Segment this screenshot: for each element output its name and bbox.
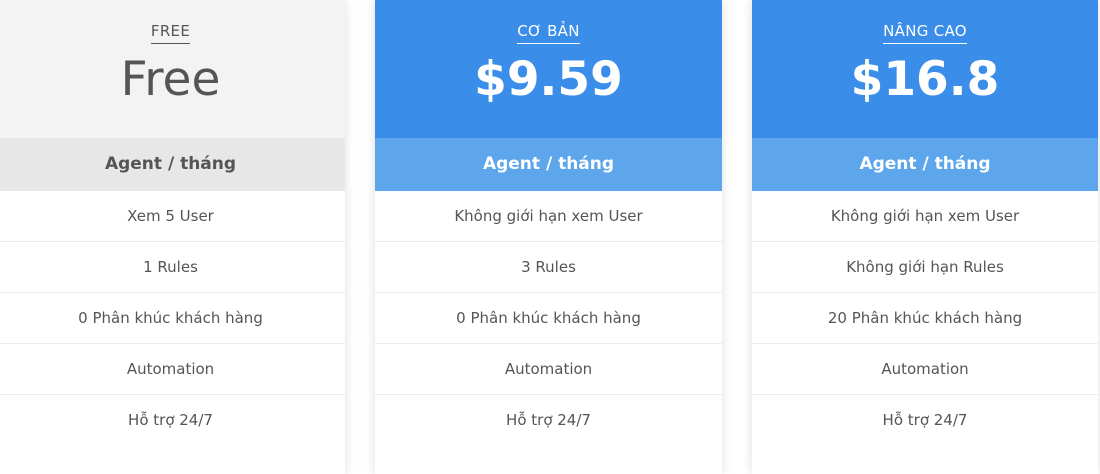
feature-item: Hỗ trợ 24/7 [882, 411, 968, 429]
feature-item: Automation [375, 344, 722, 395]
plan-name: FREE [150, 22, 191, 44]
plan-card-advanced: NÂNG CAO $16.8 Agent / tháng Không giới … [752, 0, 1098, 474]
pricing-table: FREE Free Agent / tháng Xem 5 User 1 Rul… [0, 0, 1100, 474]
feature-item: 20 Phân khúc khách hàng [752, 293, 1098, 344]
feature-item: Không giới hạn Rules [752, 242, 1098, 293]
plan-header: CƠ BẢN $9.59 [375, 0, 722, 138]
plan-price: $9.59 [474, 52, 623, 107]
feature-item: Automation [752, 344, 1098, 395]
plan-card-free: FREE Free Agent / tháng Xem 5 User 1 Rul… [0, 0, 345, 474]
feature-item: Hỗ trợ 24/7 [506, 411, 591, 429]
feature-item: Không giới hạn xem User [375, 191, 722, 242]
feature-item: 0 Phân khúc khách hàng [375, 293, 722, 344]
plan-price-unit: Agent / tháng [375, 138, 722, 191]
feature-list: Không giới hạn xem User Không giới hạn R… [752, 191, 1098, 446]
feature-item: 3 Rules [375, 242, 722, 293]
feature-list: Không giới hạn xem User 3 Rules 0 Phân k… [375, 191, 722, 446]
feature-item: Hỗ trợ 24/7 [128, 411, 213, 429]
plan-price: Free [120, 52, 221, 107]
plan-header: FREE Free [0, 0, 345, 138]
feature-item: 1 Rules [0, 242, 345, 293]
feature-item: 0 Phân khúc khách hàng [0, 293, 345, 344]
plan-price: $16.8 [850, 52, 1000, 107]
plan-price-unit: Agent / tháng [0, 138, 345, 191]
plan-header: NÂNG CAO $16.8 [752, 0, 1098, 138]
feature-item: Không giới hạn xem User [752, 191, 1098, 242]
plan-card-basic: CƠ BẢN $9.59 Agent / tháng Không giới hạ… [375, 0, 722, 474]
plan-name: CƠ BẢN [517, 22, 580, 44]
plan-price-unit: Agent / tháng [752, 138, 1098, 191]
feature-item: Xem 5 User [0, 191, 345, 242]
feature-item: Automation [0, 344, 345, 395]
feature-list: Xem 5 User 1 Rules 0 Phân khúc khách hàn… [0, 191, 345, 446]
plan-name: NÂNG CAO [883, 22, 967, 44]
